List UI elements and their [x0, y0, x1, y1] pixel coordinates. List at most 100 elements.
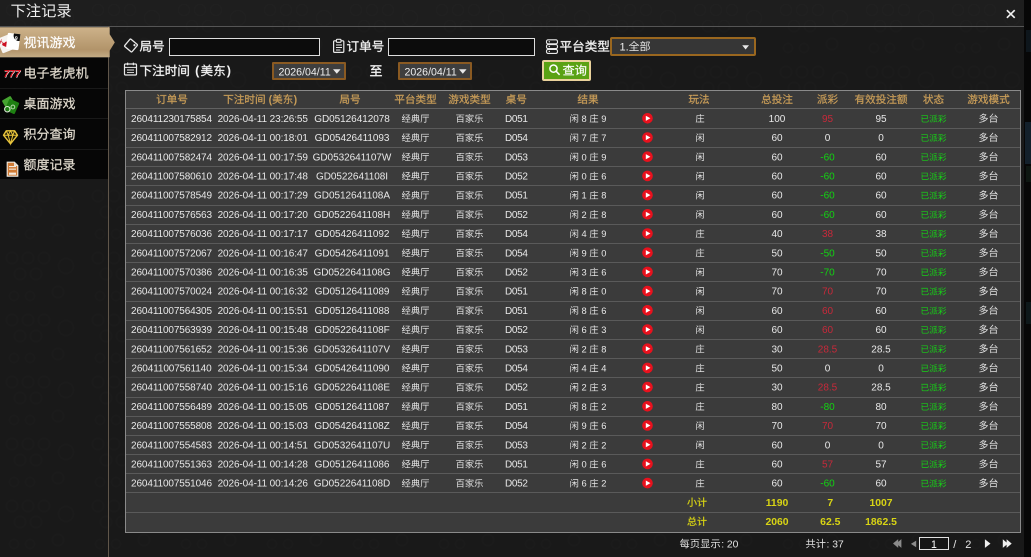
- svg-text:0: 0: [878, 440, 884, 451]
- svg-text:: 37: : 37: [827, 539, 844, 550]
- svg-text:D054: D054: [505, 133, 528, 144]
- svg-text:GD05126411088: GD05126411088: [315, 306, 390, 317]
- svg-text:GD0522641108I: GD0522641108I: [316, 172, 388, 183]
- svg-text:2026-04-11 00:17:48: 2026-04-11 00:17:48: [218, 172, 309, 183]
- svg-text:-80: -80: [820, 402, 835, 413]
- svg-text:260411007570386: 260411007570386: [131, 268, 212, 279]
- svg-text:50: 50: [771, 364, 783, 375]
- svg-text:260411007558740: 260411007558740: [131, 383, 212, 394]
- svg-text:260411230175854: 260411230175854: [131, 114, 212, 125]
- svg-text:6: 6: [582, 479, 587, 489]
- svg-text:: 20: : 20: [721, 539, 738, 550]
- svg-text:1007: 1007: [869, 498, 892, 509]
- svg-text:D051: D051: [505, 402, 528, 413]
- svg-text:0: 0: [825, 364, 831, 375]
- svg-text:7: 7: [601, 133, 606, 143]
- svg-text:260411007556489: 260411007556489: [131, 402, 212, 413]
- svg-text:D051: D051: [505, 191, 528, 202]
- svg-text:2026-04-11 00:17:20: 2026-04-11 00:17:20: [218, 210, 309, 221]
- svg-text:6: 6: [601, 172, 606, 182]
- svg-text:6: 6: [601, 421, 606, 431]
- svg-text:D051: D051: [505, 460, 528, 471]
- svg-text:): ): [227, 64, 231, 78]
- svg-text:260411007576036: 260411007576036: [131, 229, 212, 240]
- svg-text:2026-04-11 00:16:47: 2026-04-11 00:16:47: [218, 248, 309, 259]
- svg-text:GD0522641108E: GD0522641108E: [314, 383, 390, 394]
- svg-text:2: 2: [601, 440, 606, 450]
- svg-text:1.: 1.: [620, 41, 629, 53]
- svg-text:8: 8: [601, 210, 606, 220]
- svg-text:28.5: 28.5: [871, 383, 891, 394]
- svg-text:D053: D053: [505, 152, 528, 163]
- svg-text:D052: D052: [505, 325, 528, 336]
- svg-text:D052: D052: [505, 268, 528, 279]
- svg-text:-50: -50: [820, 248, 835, 259]
- svg-text:2026-04-11 00:14:26: 2026-04-11 00:14:26: [218, 479, 309, 490]
- svg-text:6: 6: [601, 306, 606, 316]
- svg-text:2026-04-11 00:18:01: 2026-04-11 00:18:01: [218, 133, 309, 144]
- svg-text:40: 40: [771, 229, 783, 240]
- svg-text:28.5: 28.5: [871, 344, 891, 355]
- svg-text:1190: 1190: [766, 498, 789, 509]
- svg-text:0: 0: [601, 248, 606, 258]
- svg-text:/: /: [953, 539, 957, 551]
- svg-text:8: 8: [582, 114, 587, 124]
- svg-text:60: 60: [771, 325, 783, 336]
- svg-text:): ): [294, 94, 298, 106]
- svg-text:2026-04-11 00:15:51: 2026-04-11 00:15:51: [218, 306, 309, 317]
- svg-text:2026-04-11 00:15:48: 2026-04-11 00:15:48: [218, 325, 309, 336]
- svg-text:1: 1: [931, 539, 937, 551]
- svg-text:2: 2: [601, 402, 606, 412]
- svg-text:9: 9: [582, 248, 587, 258]
- svg-text:57: 57: [822, 460, 834, 471]
- svg-text:3: 3: [601, 383, 606, 393]
- svg-text:70: 70: [771, 421, 783, 432]
- svg-text:GD05126411089: GD05126411089: [315, 287, 390, 298]
- svg-text:9: 9: [601, 152, 606, 162]
- svg-text:6: 6: [601, 268, 606, 278]
- svg-text:(: (: [269, 94, 273, 106]
- svg-text:8: 8: [601, 191, 606, 201]
- svg-text:1: 1: [582, 191, 587, 201]
- svg-text:D054: D054: [505, 229, 528, 240]
- svg-text:260411007554583: 260411007554583: [131, 440, 212, 451]
- svg-text:30: 30: [771, 344, 783, 355]
- svg-text:3: 3: [582, 268, 587, 278]
- svg-text:100: 100: [769, 114, 786, 125]
- svg-text:38: 38: [875, 229, 887, 240]
- svg-text:2026-04-11 00:17:29: 2026-04-11 00:17:29: [218, 191, 309, 202]
- svg-text:D054: D054: [505, 364, 528, 375]
- svg-text:D052: D052: [505, 383, 528, 394]
- svg-text:8: 8: [601, 344, 606, 354]
- svg-text:6: 6: [601, 460, 606, 470]
- svg-text:70: 70: [875, 268, 887, 279]
- svg-text:60: 60: [875, 210, 887, 221]
- svg-text:2: 2: [601, 479, 606, 489]
- svg-text:60: 60: [771, 133, 783, 144]
- svg-text:0: 0: [825, 440, 831, 451]
- svg-text:30: 30: [771, 383, 783, 394]
- svg-text:GD0532641107V: GD0532641107V: [314, 344, 390, 355]
- svg-text:D052: D052: [505, 479, 528, 490]
- svg-text:9: 9: [601, 114, 606, 124]
- svg-text:260411007551363: 260411007551363: [131, 460, 212, 471]
- svg-text:0: 0: [601, 287, 606, 297]
- svg-text:GD05126411086: GD05126411086: [315, 460, 390, 471]
- svg-text:260411007561140: 260411007561140: [131, 364, 212, 375]
- svg-text:260411007564305: 260411007564305: [131, 306, 212, 317]
- svg-text:4: 4: [582, 229, 587, 239]
- svg-text:4: 4: [582, 364, 587, 374]
- svg-text:6: 6: [582, 325, 587, 335]
- svg-text:2026-04-11 00:15:34: 2026-04-11 00:15:34: [218, 364, 309, 375]
- svg-text:260411007570024: 260411007570024: [131, 287, 212, 298]
- svg-text:28.5: 28.5: [818, 383, 838, 394]
- svg-text:777: 777: [4, 69, 21, 80]
- svg-text:2: 2: [965, 539, 971, 551]
- svg-text:60: 60: [875, 152, 887, 163]
- svg-text:70: 70: [771, 268, 783, 279]
- svg-text:2026-04-11 00:15:05: 2026-04-11 00:15:05: [218, 402, 309, 413]
- svg-text:0: 0: [878, 133, 884, 144]
- svg-text:60: 60: [771, 191, 783, 202]
- svg-text:60: 60: [771, 306, 783, 317]
- svg-text:GD0522641108D: GD0522641108D: [314, 479, 390, 490]
